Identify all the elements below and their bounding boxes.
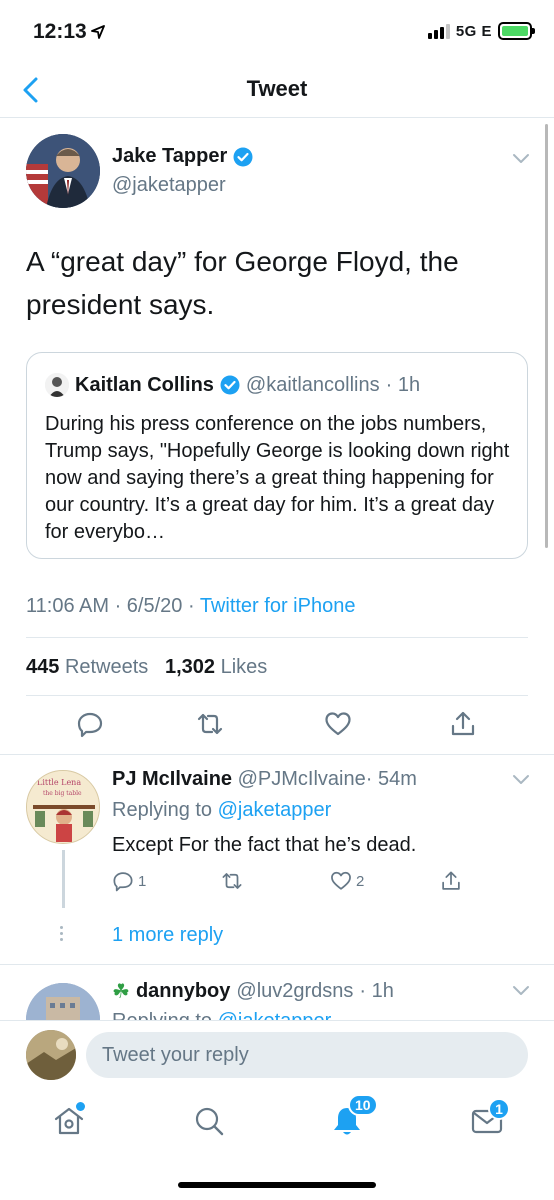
reply-avatar[interactable]: Little Lena the big table	[26, 770, 100, 844]
signal-icon	[427, 23, 450, 39]
reply-count: 1	[138, 872, 147, 890]
author-name: Jake Tapper	[112, 145, 228, 167]
reply-author-name: dannyboy	[135, 980, 231, 1002]
network-type: 5G E	[455, 22, 492, 40]
messages-badge: 1	[488, 1098, 510, 1120]
tab-messages[interactable]: 1	[470, 1098, 510, 1138]
tweet-meta: 11:06 AM · 6/5/20 · Twitter for iPhone	[26, 595, 355, 618]
quote-age: · 1h	[385, 373, 421, 396]
location-arrow-icon	[90, 25, 105, 39]
likes-stat[interactable]: 1,302 Likes	[165, 656, 267, 678]
reply-text: Except For the fact that he’s dead.	[112, 834, 417, 856]
status-time: 12:13	[33, 20, 105, 44]
reply-icon	[113, 872, 133, 892]
svg-text:Little Lena: Little Lena	[37, 778, 81, 787]
reply-author-handle: @luv2grdsns	[236, 980, 354, 1002]
reply-item[interactable]: ☘ dannyboy @luv2grdsns· 1h Replying to @…	[0, 965, 554, 1020]
share-icon	[442, 871, 460, 890]
tweet-text: A “great day” for George Floyd, the pres…	[26, 246, 459, 320]
divider	[26, 695, 528, 696]
tab-notifications[interactable]: 10	[330, 1094, 378, 1138]
replying-to: Replying to @jaketapper	[112, 799, 332, 821]
retweet-icon[interactable]	[196, 710, 224, 738]
reply-age: · 1h	[359, 980, 394, 1002]
scrollbar[interactable]	[545, 124, 548, 548]
reply-header[interactable]: PJ McIlvaine @PJMcIlvaine· 54m	[112, 768, 417, 791]
like-icon	[331, 871, 351, 890]
tweet-stats: 445 Retweets 1,302 Likes	[26, 656, 267, 679]
tweet-author[interactable]: Jake Tapper @jaketapper	[112, 145, 253, 197]
more-replies-link[interactable]: 1 more reply	[112, 924, 223, 947]
reply-composer	[0, 1020, 554, 1090]
status-time-text: 12:13	[33, 20, 87, 43]
reply-author-name: PJ McIlvaine	[112, 768, 233, 790]
thread-line	[62, 850, 65, 908]
reply-age: · 54m	[365, 768, 417, 790]
author-avatar[interactable]	[26, 134, 100, 208]
share-icon[interactable]	[449, 710, 477, 738]
tweet-timestamp: 11:06 AM · 6/5/20 ·	[26, 595, 200, 617]
tab-home[interactable]	[52, 1102, 86, 1138]
divider	[26, 637, 528, 638]
tab-search[interactable]	[192, 1104, 226, 1138]
chevron-down-icon[interactable]	[512, 774, 530, 786]
author-handle: @jaketapper	[112, 174, 226, 196]
quote-author-handle: @kaitlancollins	[245, 373, 380, 396]
quoted-tweet[interactable]: Kaitlan Collins @kaitlancollins · 1h Dur…	[26, 352, 528, 559]
replying-to-link[interactable]: @jaketapper	[218, 799, 332, 821]
my-avatar[interactable]	[26, 1030, 76, 1080]
quote-text: During his press conference on the jobs …	[45, 413, 510, 543]
battery-icon	[498, 22, 535, 40]
status-bar: 12:13 5G E	[0, 0, 554, 64]
reply-retweet-action[interactable]	[220, 870, 244, 892]
like-count: 2	[356, 872, 365, 890]
like-icon[interactable]	[324, 710, 352, 738]
reply-avatar[interactable]	[26, 983, 100, 1020]
more-replies-dots	[60, 926, 64, 944]
verified-badge-icon	[233, 147, 253, 166]
reply-share-action[interactable]	[440, 870, 462, 892]
page-title: Tweet	[246, 76, 308, 101]
reply-input[interactable]	[86, 1032, 528, 1078]
retweets-stat[interactable]: 445 Retweets	[26, 656, 148, 678]
chevron-down-icon[interactable]	[512, 985, 530, 997]
nav-bar: Tweet	[0, 64, 554, 118]
notifications-badge: 10	[348, 1094, 378, 1116]
chevron-down-icon[interactable]	[512, 153, 530, 165]
svg-text:the big table: the big table	[43, 790, 82, 797]
home-indicator[interactable]	[178, 1182, 376, 1188]
home-unread-dot	[76, 1102, 85, 1111]
quote-author-avatar	[45, 373, 69, 397]
tweet-source[interactable]: Twitter for iPhone	[200, 595, 356, 617]
retweet-icon	[222, 873, 242, 889]
replying-to: Replying to @jaketapper	[112, 1010, 331, 1020]
reply-reply-action[interactable]: 1	[112, 870, 146, 892]
tweet-actions	[0, 710, 554, 744]
search-icon	[195, 1107, 224, 1136]
verified-badge-icon	[220, 375, 240, 395]
tab-bar: 10 1	[0, 1090, 554, 1200]
reply-like-action[interactable]: 2	[330, 870, 364, 892]
shamrock-icon: ☘	[112, 981, 130, 1003]
reply-author-handle: @PJMcIlvaine	[237, 768, 366, 790]
quote-author-name: Kaitlan Collins	[75, 373, 214, 396]
divider	[0, 754, 554, 755]
reply-icon[interactable]	[76, 710, 104, 738]
